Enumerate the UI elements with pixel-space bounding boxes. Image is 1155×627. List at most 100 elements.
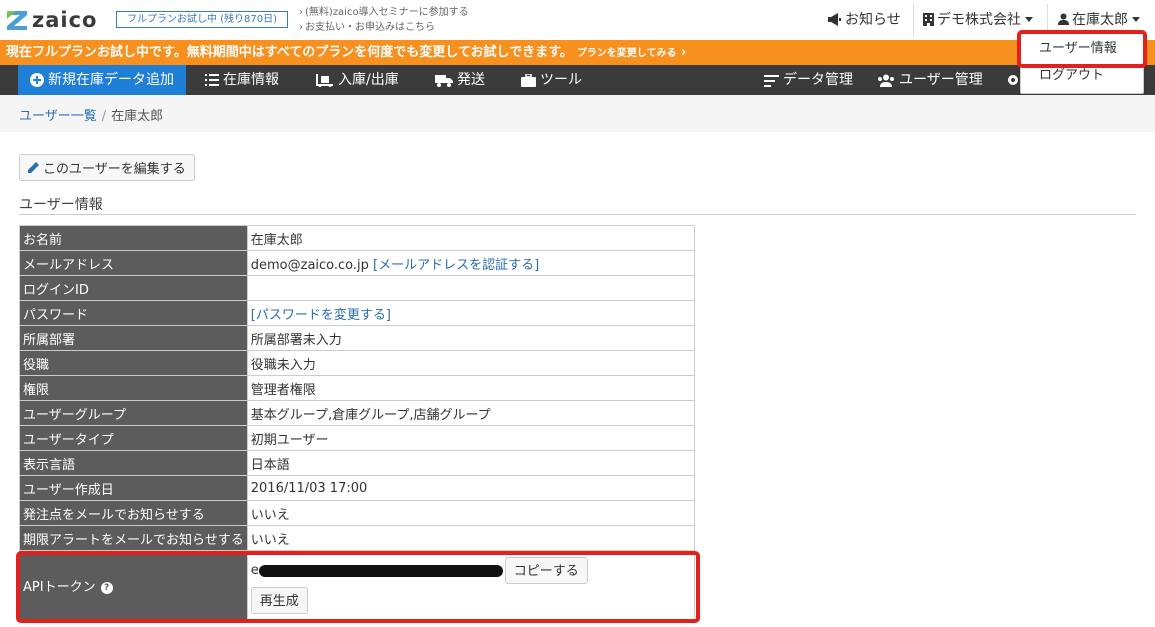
users-icon: [877, 74, 895, 87]
nav-add-inventory[interactable]: 新規在庫データ追加: [18, 65, 186, 95]
row-value: 2016/11/03 17:00: [246, 475, 696, 501]
nav-user-management[interactable]: ユーザー管理: [877, 65, 983, 95]
plus-circle-icon: [30, 73, 44, 87]
table-row: お名前 在庫太郎: [19, 225, 696, 251]
row-value: 基本グループ,倉庫グループ,店舗グループ: [246, 400, 696, 426]
row-label: お名前: [19, 225, 248, 251]
company-menu[interactable]: デモ株式会社: [923, 9, 1033, 29]
seminar-link[interactable]: (無料)zaico導入セミナーに参加する: [299, 5, 469, 20]
row-value: いいえ: [246, 500, 696, 526]
chevron-down-icon: [1025, 16, 1033, 22]
table-row: ユーザータイプ 初期ユーザー: [19, 425, 696, 451]
nav-tools-label: ツール: [540, 72, 582, 88]
row-value: 日本語: [246, 450, 696, 476]
row-value: 管理者権限: [246, 375, 696, 401]
megaphone-icon: [827, 12, 842, 26]
banner-text: 現在フルプランお試し中です。無料期間中はすべてのプランを何度でも変更してお試しで…: [6, 45, 573, 60]
nav-inout-label: 入庫/出庫: [338, 72, 399, 88]
row-label: 発注点をメールでお知らせする: [19, 500, 248, 526]
user-menu[interactable]: 在庫太郎: [1058, 9, 1140, 29]
chevron-down-icon: [1132, 16, 1140, 22]
building-icon: [923, 12, 934, 26]
nav-user-label: ユーザー管理: [899, 72, 983, 88]
row-label: ユーザーグループ: [19, 400, 248, 426]
table-row: 期限アラートをメールでお知らせする いいえ: [19, 525, 696, 551]
table-row: メールアドレス demo@zaico.co.jp [メールアドレスを認証する]: [19, 250, 696, 276]
logo-mark-icon: [7, 11, 27, 30]
nav-tools[interactable]: ツール: [521, 65, 582, 95]
list-icon: [205, 74, 219, 86]
header-divider: [913, 4, 914, 36]
header-links: (無料)zaico導入セミナーに参加する お支払い・お申込みはこちら: [299, 5, 469, 35]
edit-user-label: このユーザーを編集する: [43, 162, 186, 177]
nav-shipping[interactable]: 発送: [435, 65, 485, 95]
notices-label: お知らせ: [845, 12, 901, 28]
table-row: ユーザーグループ 基本グループ,倉庫グループ,店舗グループ: [19, 400, 696, 426]
top-header: zaico フルプランお試し中 (残り870日) (無料)zaico導入セミナー…: [0, 0, 1155, 40]
nav-data-label: データ管理: [783, 72, 853, 88]
row-value: 在庫太郎: [246, 225, 696, 251]
row-label: パスワード: [19, 300, 248, 326]
email-value: demo@zaico.co.jp: [250, 257, 369, 273]
row-label: 権限: [19, 375, 248, 401]
row-value: 初期ユーザー: [246, 425, 696, 451]
row-label: 表示言語: [19, 450, 248, 476]
breadcrumb: ユーザー一覧 / 在庫太郎: [19, 105, 163, 124]
row-value-cell: demo@zaico.co.jp [メールアドレスを認証する]: [246, 250, 696, 276]
briefcase-icon: [521, 73, 536, 87]
table-row: パスワード [パスワードを変更する]: [19, 300, 696, 326]
nav-data-management[interactable]: データ管理: [764, 65, 853, 95]
nav-shipping-label: 発送: [457, 72, 485, 88]
table-row: 権限 管理者権限: [19, 375, 696, 401]
user-label: 在庫太郎: [1072, 12, 1128, 28]
table-row: 発注点をメールでお知らせする いいえ: [19, 500, 696, 526]
row-label: ログインID: [19, 275, 248, 301]
payment-link[interactable]: お支払い・お申込みはこちら: [299, 20, 469, 35]
table-row: ログインID: [19, 275, 696, 301]
nav-inventory-label: 在庫情報: [223, 72, 279, 88]
breadcrumb-user-list[interactable]: ユーザー一覧: [19, 109, 97, 124]
user-icon: [1058, 13, 1069, 25]
main-nav: 新規在庫データ追加 在庫情報 入庫/出庫 発送 ツール データ管理 ユーザー管理: [0, 65, 1155, 95]
section-title: ユーザー情報: [19, 197, 103, 213]
logo-text: zaico: [32, 8, 98, 32]
table-row: 表示言語 日本語: [19, 450, 696, 476]
row-value: [246, 275, 696, 301]
row-label: 役職: [19, 350, 248, 376]
company-label: デモ株式会社: [937, 12, 1021, 28]
row-value-cell: [パスワードを変更する]: [246, 300, 696, 326]
gear-icon: [1006, 73, 1020, 87]
row-value: いいえ: [246, 525, 696, 551]
highlight-box-user-info: [1017, 30, 1147, 68]
verify-email-link[interactable]: [メールアドレスを認証する]: [373, 258, 539, 273]
truck-icon: [435, 74, 453, 87]
sliders-icon: [764, 74, 779, 87]
row-label: ユーザータイプ: [19, 425, 248, 451]
breadcrumb-current: 在庫太郎: [111, 109, 164, 124]
row-label: 期限アラートをメールでお知らせする: [19, 525, 248, 551]
nav-inout[interactable]: 入庫/出庫: [316, 65, 399, 95]
row-value: 所属部署未入力: [246, 325, 696, 351]
change-plan-link[interactable]: プランを変更してみる: [577, 48, 687, 59]
row-label: メールアドレス: [19, 250, 248, 276]
section-divider: [19, 214, 1136, 215]
breadcrumb-separator: /: [101, 109, 107, 124]
trial-badge[interactable]: フルプランお試し中 (残り870日): [116, 11, 288, 28]
breadcrumb-bar: ユーザー一覧 / 在庫太郎: [0, 95, 1155, 132]
nav-inventory[interactable]: 在庫情報: [205, 65, 279, 95]
highlight-box-api-token: [16, 551, 700, 623]
zaico-logo[interactable]: zaico: [6, 8, 97, 32]
row-label: 所属部署: [19, 325, 248, 351]
row-label: ユーザー作成日: [19, 475, 248, 501]
table-row: 役職 役職未入力: [19, 350, 696, 376]
row-value: 役職未入力: [246, 350, 696, 376]
edit-user-button[interactable]: このユーザーを編集する: [19, 154, 195, 181]
table-row: ユーザー作成日 2016/11/03 17:00: [19, 475, 696, 501]
table-row: 所属部署 所属部署未入力: [19, 325, 696, 351]
notices-link[interactable]: お知らせ: [827, 9, 901, 29]
dolly-icon: [316, 73, 334, 87]
change-password-link[interactable]: [パスワードを変更する]: [251, 308, 391, 323]
pencil-icon: [27, 161, 40, 174]
trial-banner: 現在フルプランお試し中です。無料期間中はすべてのプランを何度でも変更してお試しで…: [0, 40, 1155, 65]
nav-add-label: 新規在庫データ追加: [48, 72, 174, 88]
